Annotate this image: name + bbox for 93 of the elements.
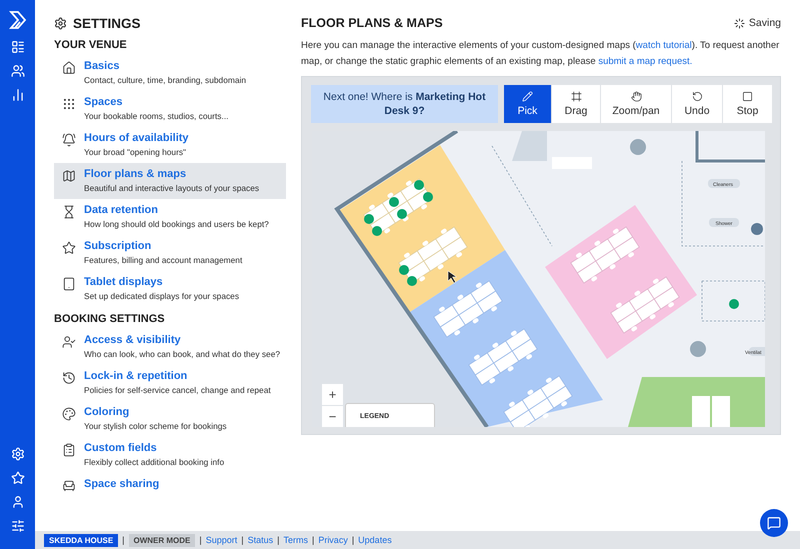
footer-link[interactable]: Terms xyxy=(283,535,308,545)
item-title: Space sharing xyxy=(84,477,160,491)
separator: | xyxy=(352,535,354,545)
square-icon xyxy=(742,91,753,102)
tool-button[interactable]: Pick xyxy=(504,85,551,123)
mode-badge: OWNER MODE xyxy=(128,534,196,546)
zoom-in-button[interactable]: + xyxy=(322,384,343,405)
pencil-icon xyxy=(522,91,533,102)
item-icon xyxy=(62,97,76,111)
section-heading: YOUR VENUE xyxy=(54,39,128,51)
item-description: Your stylish color scheme for bookings xyxy=(84,420,227,433)
zoom-out-button[interactable]: − xyxy=(322,406,343,427)
user-icon[interactable] xyxy=(10,495,24,509)
spinner-icon xyxy=(734,18,745,28)
item-icon xyxy=(62,407,76,421)
item-title: Data retention xyxy=(84,203,159,217)
tool-button[interactable]: Drag xyxy=(552,85,600,123)
intro-link[interactable]: watch tutorial xyxy=(636,40,692,51)
section-heading: BOOKING SETTINGS xyxy=(54,313,166,325)
settings-item[interactable]: Custom fields Flexibly collect additional booking info xyxy=(54,437,286,473)
star-icon[interactable] xyxy=(10,471,24,485)
item-icon xyxy=(62,371,76,385)
item-description: How long should old bookings and users be kept? xyxy=(84,218,269,231)
item-title: Hours of availability xyxy=(84,131,189,145)
settings-title: SETTINGS xyxy=(73,16,141,31)
item-icon xyxy=(62,133,76,147)
item-title: Tablet displays xyxy=(84,275,164,289)
settings-item[interactable]: Floor plans & maps Beautiful and interactive layouts of your spaces xyxy=(54,163,286,199)
separator: | xyxy=(122,535,124,545)
hand-icon xyxy=(630,91,642,102)
separator: | xyxy=(199,535,202,545)
item-description: Your broad "opening hours" xyxy=(84,146,188,159)
settings-icon[interactable] xyxy=(10,447,24,461)
item-icon xyxy=(62,443,76,457)
item-title: Custom fields xyxy=(84,441,158,455)
item-description: Beautiful and interactive layouts of your spaces xyxy=(84,182,260,195)
footer-link[interactable]: Privacy xyxy=(318,535,348,545)
chat-icon xyxy=(767,516,781,530)
settings-item[interactable]: Data retention How long should old bookings and users be kept? xyxy=(54,199,286,235)
saving-status: Saving xyxy=(748,17,781,29)
item-title: Subscription xyxy=(84,239,152,253)
list-icon[interactable] xyxy=(10,40,24,54)
separator: | xyxy=(241,535,244,545)
settings-icon xyxy=(54,17,67,30)
footer-link[interactable]: Updates xyxy=(358,535,392,545)
hint-banner: Next one! Where is Marketing Hot Desk 9? xyxy=(311,85,498,123)
settings-item[interactable]: Hours of availability Your broad "opening hours" xyxy=(54,127,286,163)
item-icon xyxy=(62,241,76,255)
tool-button[interactable]: Stop xyxy=(723,85,772,123)
tool-button[interactable]: Zoom/pan xyxy=(601,85,671,123)
settings-item[interactable]: Tablet displays Set up dedicated displays for your spaces xyxy=(54,271,286,307)
footer-link[interactable]: Status xyxy=(248,535,274,545)
item-icon xyxy=(62,205,76,219)
item-description: Features, billing and account management xyxy=(84,254,242,267)
settings-item[interactable]: Space sharing xyxy=(54,473,286,497)
separator: | xyxy=(277,535,280,545)
logo-icon[interactable] xyxy=(8,10,28,30)
sliders-icon[interactable] xyxy=(10,519,24,533)
item-icon xyxy=(62,335,76,349)
item-icon xyxy=(62,479,76,493)
item-title: Floor plans & maps xyxy=(84,167,188,181)
users-icon[interactable] xyxy=(10,64,24,78)
settings-item[interactable]: Spaces Your bookable rooms, studios, courts... xyxy=(54,91,286,127)
chart-icon[interactable] xyxy=(10,88,24,102)
frame-icon xyxy=(570,91,582,102)
settings-item[interactable]: Lock-in & repetition Policies for self-service cancel, change and repeat xyxy=(54,365,286,401)
settings-item[interactable]: Coloring Your stylish color scheme for bookings xyxy=(54,401,286,437)
item-icon xyxy=(62,277,76,291)
item-description: Flexibly collect additional booking info xyxy=(84,456,224,469)
settings-item[interactable]: Basics Contact, culture, time, branding, subdomain xyxy=(54,55,286,91)
undo-icon xyxy=(692,91,702,102)
separator: | xyxy=(312,535,314,545)
item-title: Access & visibility xyxy=(84,333,182,347)
item-description: Who can look, who can book, and what do they see? xyxy=(84,348,280,361)
item-title: Lock-in & repetition xyxy=(84,369,188,383)
item-title: Basics xyxy=(84,59,120,73)
footer-link[interactable]: Support xyxy=(206,535,238,545)
mode-badge: SKEDDA HOUSE xyxy=(44,534,118,546)
tool-button[interactable]: Undo xyxy=(672,85,722,123)
settings-item[interactable]: Access & visibility Who can look, who can book, and what do they see? xyxy=(54,329,286,365)
item-description: Contact, culture, time, branding, subdomain xyxy=(84,74,246,87)
intro-link[interactable]: submit a map request. xyxy=(598,56,692,67)
item-description: Your bookable rooms, studios, courts... xyxy=(84,110,228,123)
page-title: FLOOR PLANS & MAPS xyxy=(301,16,443,30)
item-icon xyxy=(62,61,76,75)
item-title: Spaces xyxy=(84,95,124,109)
item-icon xyxy=(62,169,76,183)
chat-button[interactable] xyxy=(760,509,788,537)
item-title: Coloring xyxy=(84,405,130,419)
item-description: Set up dedicated displays for your spaces xyxy=(84,290,240,303)
settings-item[interactable]: Subscription Features, billing and account management xyxy=(54,235,286,271)
intro-text: Here you can manage the interactive elements of your custom-designed maps (watch tutorial). To request another map, or change the static graphic elements of an existing map, please submit a map request. xyxy=(301,39,780,69)
item-description: Policies for self-service cancel, change and repeat xyxy=(84,384,271,397)
